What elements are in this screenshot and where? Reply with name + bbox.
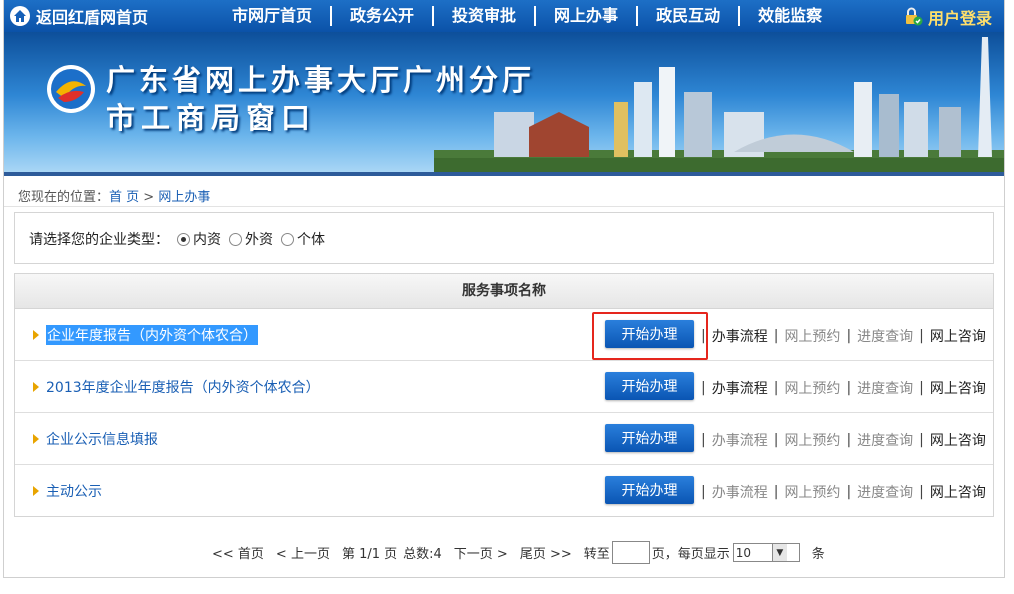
radio-domestic-label[interactable]: 内资	[193, 229, 221, 249]
nav-item-interaction[interactable]: 政民互动	[638, 6, 741, 26]
next-page-link[interactable]: 下一页 >	[454, 543, 508, 562]
bullet-arrow-icon	[33, 382, 39, 392]
banner-divider	[4, 172, 1004, 176]
process-link[interactable]: 办事流程	[712, 482, 768, 502]
appointment-link[interactable]: 网上预约	[784, 326, 840, 346]
process-link[interactable]: 办事流程	[712, 430, 768, 450]
service-row: 主动公示 开始办理 | 办事流程 | 网上预约 | 进度查询 | 网上咨询	[15, 465, 993, 516]
banner-subtitle: 市工商局窗口	[106, 101, 317, 135]
radio-foreign[interactable]	[229, 232, 242, 246]
main-menu: 市网厅首页 政务公开 投资审批 网上办事 政民互动 效能监察	[226, 0, 840, 32]
home-link[interactable]: 返回红盾网首页	[10, 5, 148, 27]
radio-individual-label[interactable]: 个体	[297, 229, 325, 249]
home-link-label: 返回红盾网首页	[36, 8, 149, 27]
first-page-link[interactable]: << 首页	[212, 543, 264, 562]
site-logo	[47, 65, 95, 113]
service-name-link[interactable]: 主动公示	[46, 481, 102, 501]
nav-item-online-services[interactable]: 网上办事	[536, 6, 639, 26]
appointment-link[interactable]: 网上预约	[784, 378, 840, 398]
page-size-select[interactable]: 10 ▼	[732, 543, 800, 562]
service-row: 企业年度报告（内外资个体农合） 开始办理 | 办事流程 | 网上预约 | 进度查…	[15, 309, 993, 361]
page-size-value: 10	[735, 545, 752, 560]
home-icon	[10, 6, 30, 26]
consult-link[interactable]: 网上咨询	[930, 430, 986, 450]
nav-item-city-hall[interactable]: 市网厅首页	[226, 6, 333, 26]
bullet-arrow-icon	[33, 486, 39, 496]
enterprise-type-label: 请选择您的企业类型：	[29, 232, 169, 248]
bullet-arrow-icon	[33, 434, 39, 444]
consult-link[interactable]: 网上咨询	[930, 482, 986, 502]
breadcrumb-separator: >	[139, 190, 159, 205]
total-count: 总数:4	[403, 547, 442, 562]
bullet-arrow-icon	[33, 330, 39, 340]
start-button[interactable]: 开始办理	[605, 372, 694, 400]
progress-query-link[interactable]: 进度查询	[857, 326, 913, 346]
process-link[interactable]: 办事流程	[712, 326, 768, 346]
progress-query-link[interactable]: 进度查询	[857, 378, 913, 398]
process-link[interactable]: 办事流程	[712, 378, 768, 398]
service-name-link[interactable]: 2013年度企业年度报告（内外资个体农合）	[46, 377, 320, 397]
top-nav: 返回红盾网首页 市网厅首页 政务公开 投资审批 网上办事 政民互动 效能监察 用…	[4, 0, 1004, 32]
last-page-link[interactable]: 尾页 >>	[520, 543, 572, 562]
page-size-label: 页，每页显示	[651, 547, 730, 562]
city-skyline-image	[434, 37, 1004, 172]
radio-foreign-label[interactable]: 外资	[245, 229, 273, 249]
pagination: << 首页 < 上一页 第 1/1 页 总数:4 下一页 > 尾页 >> 转至 …	[212, 541, 825, 564]
prev-page-link[interactable]: < 上一页	[276, 543, 330, 562]
breadcrumb-home-link[interactable]: 首 页	[109, 190, 139, 205]
breadcrumb-divider	[4, 206, 1004, 207]
page-size-unit: 条	[811, 547, 825, 562]
login-label: 用户登录	[927, 9, 992, 28]
consult-link[interactable]: 网上咨询	[930, 326, 986, 346]
nav-item-gov-affairs[interactable]: 政务公开	[332, 6, 435, 26]
start-button[interactable]: 开始办理	[605, 424, 694, 452]
service-row: 2013年度企业年度报告（内外资个体农合） 开始办理 | 办事流程 | 网上预约…	[15, 361, 993, 413]
goto-label: 转至	[583, 547, 610, 562]
nav-item-investment[interactable]: 投资审批	[434, 6, 537, 26]
service-name-link[interactable]: 企业年度报告（内外资个体农合）	[46, 325, 258, 345]
service-row: 企业公示信息填报 开始办理 | 办事流程 | 网上预约 | 进度查询 | 网上咨…	[15, 413, 993, 465]
dropdown-arrow-icon[interactable]: ▼	[771, 544, 787, 561]
progress-query-link[interactable]: 进度查询	[857, 482, 913, 502]
service-list: 服务事项名称 企业年度报告（内外资个体农合） 开始办理 | 办事流程 | 网上预…	[14, 273, 994, 517]
breadcrumb-prefix: 您现在的位置：	[18, 190, 110, 205]
breadcrumb-current[interactable]: 网上办事	[158, 190, 210, 205]
appointment-link[interactable]: 网上预约	[784, 482, 840, 502]
login-link[interactable]: 用户登录	[903, 5, 992, 29]
start-button[interactable]: 开始办理	[605, 320, 694, 348]
service-list-header: 服务事项名称	[15, 274, 993, 309]
goto-page-input[interactable]	[611, 541, 650, 564]
radio-domestic[interactable]	[177, 232, 190, 246]
site-banner: 广东省网上办事大厅广州分厅 市工商局窗口	[4, 32, 1004, 172]
service-name-link[interactable]: 企业公示信息填报	[46, 429, 158, 449]
appointment-link[interactable]: 网上预约	[784, 430, 840, 450]
breadcrumb: 您现在的位置：首 页 > 网上办事	[18, 186, 210, 205]
enterprise-type-panel: 请选择您的企业类型： 内资 外资 个体	[14, 212, 994, 264]
page-info: 第 1/1 页	[341, 547, 398, 562]
user-lock-icon	[905, 7, 923, 26]
nav-item-supervision[interactable]: 效能监察	[740, 6, 840, 26]
progress-query-link[interactable]: 进度查询	[857, 430, 913, 450]
consult-link[interactable]: 网上咨询	[930, 378, 986, 398]
start-button[interactable]: 开始办理	[605, 476, 694, 504]
page-frame: 返回红盾网首页 市网厅首页 政务公开 投资审批 网上办事 政民互动 效能监察 用…	[3, 0, 1005, 578]
radio-individual[interactable]	[281, 232, 294, 246]
